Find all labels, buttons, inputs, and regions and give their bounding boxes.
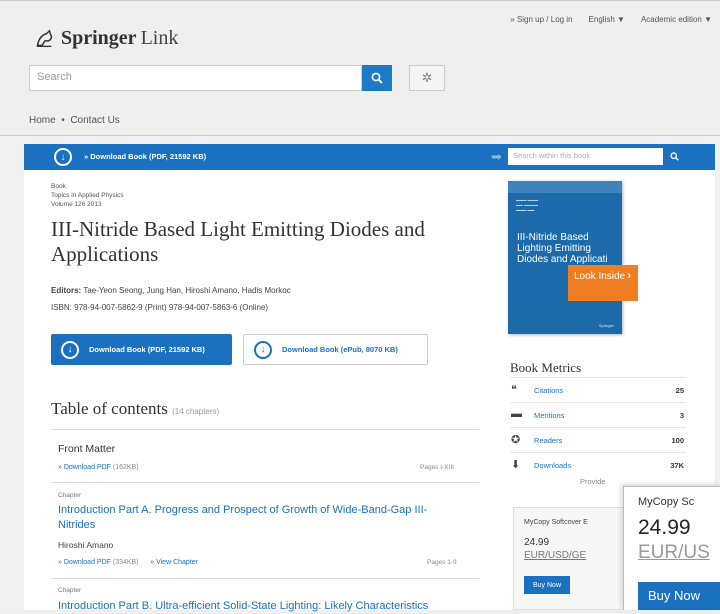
quote-icon: ❝ xyxy=(511,384,517,396)
toc-divider xyxy=(51,429,479,430)
brand-springer: Springer xyxy=(61,27,137,49)
search-within-book-input[interactable]: Search within this book xyxy=(508,148,663,165)
search-button[interactable] xyxy=(362,65,392,91)
download-circle-icon: ↓ xyxy=(254,340,272,359)
editors-label: Editors: xyxy=(51,286,82,295)
language-select[interactable]: English ▼ xyxy=(589,15,625,24)
provided-by-text: Provide xyxy=(580,477,606,486)
download-epub-button[interactable]: ↓ Download Book (ePub, 8070 KB) xyxy=(243,334,428,365)
chevron-right-icon: › xyxy=(627,270,631,282)
book-cover-image[interactable]: ▬▬▬ ▬▬▬ ▬▬ ▬▬▬▬ ▬▬▬ ▬▬ III-Nitride Based L… xyxy=(508,181,622,334)
breadcrumb: Home • Contact Us xyxy=(29,115,120,126)
search-input[interactable]: Search xyxy=(29,65,362,91)
view-chapter-link[interactable]: » View Chapter xyxy=(150,559,198,566)
breadcrumb-contact[interactable]: Contact Us xyxy=(70,115,119,126)
mycopy-popup-currency[interactable]: EUR/US xyxy=(638,542,710,564)
metric-value: 3 xyxy=(679,411,684,420)
mycopy-currency[interactable]: EUR/USD/GE xyxy=(524,550,586,561)
main-content: Book Topics in Applied Physics Volume 12… xyxy=(24,170,715,612)
mycopy-popup-buy-button[interactable]: Buy Now xyxy=(638,582,720,610)
book-editors: Editors: Tae-Yeon Seong, Jung Han, Hiros… xyxy=(51,286,291,295)
search-icon xyxy=(371,72,383,84)
cover-editor-text: ▬▬▬ ▬▬▬ ▬▬ ▬▬▬▬ ▬▬▬ ▬▬ xyxy=(516,198,538,212)
toc-divider xyxy=(51,578,479,579)
mycopy-title: MyCopy Softcover E xyxy=(524,519,588,526)
book-metrics-heading: Book Metrics xyxy=(510,360,582,375)
metric-label: Downloads xyxy=(534,461,572,470)
page: Springer Link » Sign up / Log in English… xyxy=(0,0,720,612)
search-options-button[interactable]: ✲ xyxy=(409,65,445,91)
arrow-right-icon: ➡ xyxy=(491,149,502,164)
buy-now-button[interactable]: Buy Now xyxy=(524,576,570,594)
chapter-title-link[interactable]: Introduction Part A. Progress and Prospe… xyxy=(58,503,458,533)
book-series-link[interactable]: Topics in Applied Physics xyxy=(51,191,124,200)
front-matter-title[interactable]: Front Matter xyxy=(58,443,115,455)
metric-value: 37K xyxy=(670,461,684,470)
cover-publisher: Springer xyxy=(598,323,614,328)
book-toolbar: ↓ » Download Book (PDF, 21592 KB) ➡ Sear… xyxy=(24,144,715,170)
toc-heading: Table of contents (14 chapters) xyxy=(51,399,219,419)
mycopy-popup-title: MyCopy Sc xyxy=(638,496,695,508)
readers-icon: ✪ xyxy=(511,434,521,446)
top-links: » Sign up / Log in English ▼ Academic ed… xyxy=(510,15,712,24)
download-circle-icon: ↓ xyxy=(61,340,79,359)
brand-link: Link xyxy=(140,27,179,49)
chapter-pages: Pages 1-9 xyxy=(427,559,457,566)
gear-icon: ✲ xyxy=(421,70,433,85)
chapter-title-link[interactable]: Introduction Part B. Ultra-efficient Sol… xyxy=(58,599,478,614)
download-epub-label: Download Book (ePub, 8070 KB) xyxy=(282,345,398,354)
cover-band xyxy=(508,181,622,193)
download-pdf-button[interactable]: ↓ Download Book (PDF, 21592 KB) xyxy=(51,334,232,365)
breadcrumb-separator: • xyxy=(61,115,65,126)
chapter-author[interactable]: Hiroshi Amano xyxy=(58,540,113,550)
chapter-download-link[interactable]: » Download PDF xyxy=(58,559,111,566)
download-circle-icon[interactable]: ↓ xyxy=(54,148,72,166)
cover-title: III-Nitride Based Lighting Emitting Diod… xyxy=(517,232,608,265)
toolbar-download-link[interactable]: » Download Book (PDF, 21592 KB) xyxy=(84,152,206,161)
toc-divider xyxy=(51,482,479,483)
book-meta: Book Topics in Applied Physics Volume 12… xyxy=(51,182,124,209)
front-matter-download: » Download PDF (162KB) xyxy=(58,464,139,471)
metric-mentions[interactable]: ▬ Mentions 3 xyxy=(510,402,686,427)
front-matter-download-link[interactable]: » Download PDF xyxy=(58,464,111,471)
speech-bubble-icon: ▬ xyxy=(511,408,522,420)
book-title: III-Nitride Based Light Emitting Diodes … xyxy=(51,217,425,266)
content-type: Book xyxy=(51,183,66,190)
edition-select[interactable]: Academic edition ▼ xyxy=(641,15,712,24)
look-inside-button[interactable]: Look Inside › xyxy=(568,265,638,301)
toc-title: Table of contents xyxy=(51,399,168,418)
sign-up-login-link[interactable]: » Sign up / Log in xyxy=(510,15,572,24)
look-inside-label: Look Inside xyxy=(574,271,626,282)
metric-value: 25 xyxy=(675,386,684,395)
chapter-actions: » Download PDF (334KB) » View Chapter xyxy=(58,559,198,566)
metric-label: Readers xyxy=(534,436,563,445)
mycopy-popup-price: 24.99 xyxy=(638,516,691,539)
toc-count: (14 chapters) xyxy=(172,407,220,416)
header-divider xyxy=(0,135,720,136)
download-icon: ⬇ xyxy=(511,459,521,471)
chapter-size: (334KB) xyxy=(112,559,139,566)
metric-label: Citations xyxy=(534,386,564,395)
springer-link-logo[interactable]: Springer Link xyxy=(33,27,178,50)
front-matter-pages: Pages I-XIII xyxy=(420,464,454,471)
metric-readers[interactable]: ✪ Readers 100 xyxy=(510,427,686,452)
download-pdf-label: Download Book (PDF, 21592 KB) xyxy=(89,345,205,354)
metric-label: Mentions xyxy=(534,411,565,420)
breadcrumb-home[interactable]: Home xyxy=(29,115,56,126)
search-icon xyxy=(669,152,679,161)
metric-value: 100 xyxy=(671,436,684,445)
site-header: Springer Link » Sign up / Log in English… xyxy=(0,0,720,136)
metric-citations[interactable]: ❝ Citations 25 xyxy=(510,377,686,402)
search-within-book-button[interactable] xyxy=(663,148,685,165)
mycopy-popup: MyCopy Sc 24.99 EUR/US Buy Now xyxy=(623,486,720,610)
mycopy-price: 24.99 xyxy=(524,537,550,548)
book-isbn: ISBN: 978-94-007-5862-9 (Print) 978-94-0… xyxy=(51,303,269,312)
chapter-type: Chapter xyxy=(58,492,82,499)
metric-downloads[interactable]: ⬇ Downloads 37K xyxy=(510,452,686,477)
chapter-type: Chapter xyxy=(58,587,82,594)
springer-horse-icon xyxy=(36,28,53,47)
front-matter-size: (162KB) xyxy=(112,464,139,471)
book-volume: Volume 126 2013 xyxy=(51,201,102,208)
editors-names[interactable]: Tae-Yeon Seong, Jung Han, Hiroshi Amano,… xyxy=(83,286,290,295)
